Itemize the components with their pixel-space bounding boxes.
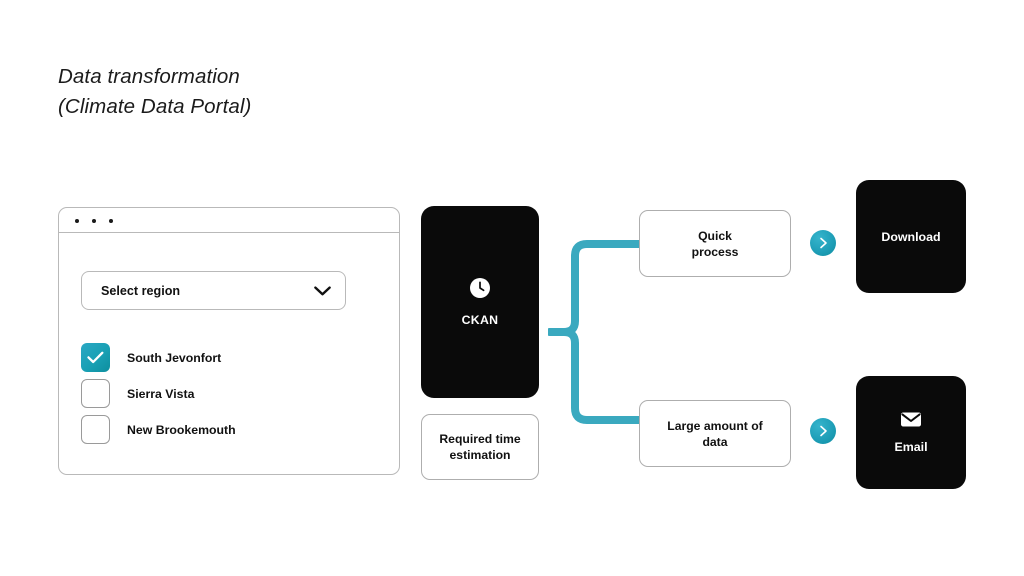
browser-window-mockup: Select region South Jevonfort Sierra Vis… [58, 207, 400, 475]
large-amount-of-data-box: Large amount of data [639, 400, 791, 467]
quick-process-box: Quick process [639, 210, 791, 277]
checkbox-label: South Jevonfort [127, 350, 222, 365]
email-card[interactable]: Email [856, 376, 966, 489]
page-title-line-1: Data transformation [58, 65, 240, 88]
checkbox-row[interactable]: Sierra Vista [81, 379, 381, 408]
quick-process-line-2: process [691, 244, 739, 259]
window-dot-icon [75, 219, 79, 223]
browser-titlebar [59, 208, 399, 233]
large-amount-text: Large amount of data [667, 418, 762, 450]
quick-process-text: Quick process [692, 228, 739, 260]
required-time-line-2: estimation [449, 448, 511, 462]
required-time-line-1: Required time [439, 432, 521, 446]
checkbox-label: New Brookemouth [127, 422, 236, 437]
checkbox-new-brookemouth[interactable] [81, 415, 110, 444]
checkbox-south-jevonfort[interactable] [81, 343, 110, 372]
quick-process-line-1: Quick [698, 228, 732, 243]
download-card[interactable]: Download [856, 180, 966, 293]
checkbox-row[interactable]: South Jevonfort [81, 343, 381, 372]
required-time-estimation-box: Required time estimation [421, 414, 539, 480]
email-card-label: Email [894, 440, 928, 454]
checkbox-sierra-vista[interactable] [81, 379, 110, 408]
checkbox-row[interactable]: New Brookemouth [81, 415, 381, 444]
required-time-estimation-text: Required time estimation [439, 431, 520, 463]
envelope-icon [900, 411, 922, 428]
chevron-down-icon[interactable] [314, 285, 331, 296]
window-dot-icon [109, 219, 113, 223]
large-amount-line-2: data [702, 434, 728, 449]
clock-icon [469, 277, 491, 299]
chevron-right-icon [819, 425, 827, 437]
select-region-dropdown[interactable]: Select region [81, 271, 346, 310]
chevron-right-icon [819, 237, 827, 249]
arrow-to-email-button[interactable] [810, 418, 836, 444]
select-region-label: Select region [101, 283, 181, 298]
page-title-line-2: (Climate Data Portal) [58, 95, 252, 118]
window-dot-icon [92, 219, 96, 223]
region-checkbox-list: South Jevonfort Sierra Vista New Brookem… [81, 343, 381, 451]
page-title: Data transformation (Climate Data Portal… [58, 62, 252, 122]
brace-connector [548, 232, 644, 432]
ckan-card[interactable]: CKAN [421, 206, 539, 398]
arrow-to-download-button[interactable] [810, 230, 836, 256]
checkbox-label: Sierra Vista [127, 386, 195, 401]
ckan-card-label: CKAN [461, 313, 499, 327]
download-card-label: Download [881, 229, 941, 244]
large-amount-line-1: Large amount of [667, 418, 763, 433]
